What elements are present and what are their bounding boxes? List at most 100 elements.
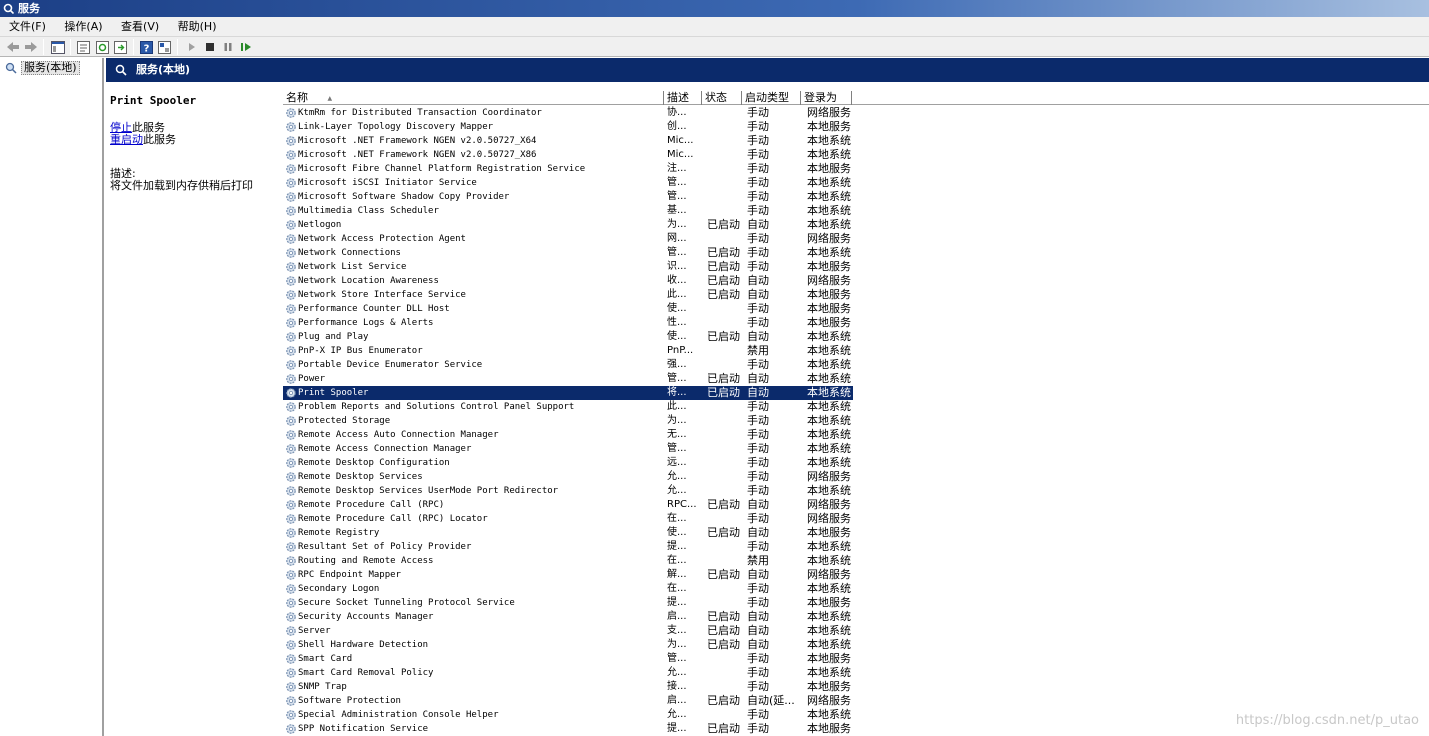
service-description: 为... [667,219,687,230]
table-row[interactable]: Plug and Play 使... 已启动 自动 本地系统 [283,330,853,344]
restart-service-link[interactable]: 重启动 [110,133,143,146]
table-row[interactable]: Remote Procedure Call (RPC) Locator 在... 手… [283,512,853,526]
table-row[interactable]: Network List Service 识... 已启动 手动 本地服务 [283,260,853,274]
service-gear-icon [286,290,296,300]
stop-icon [205,43,214,51]
service-gear-icon [286,430,296,440]
column-header-logon-as[interactable]: 登录为 [801,91,852,105]
service-description: 接... [667,681,687,692]
table-row[interactable]: Secondary Logon 在... 手动 本地系统 [283,582,853,596]
table-row[interactable]: RPC Endpoint Mapper 解... 已启动 自动 网络服务 [283,568,853,582]
stop-service-button[interactable] [202,40,217,54]
service-name: Security Accounts Manager [298,612,434,622]
table-row[interactable]: Microsoft iSCSI Initiator Service 管... 手动 本… [283,176,853,190]
table-row[interactable]: KtmRm for Distributed Transaction Coordi… [283,106,853,120]
menu-help[interactable]: 帮助(H) [169,17,223,37]
table-row[interactable]: Microsoft Software Shadow Copy Provider 管… [283,190,853,204]
window-titlebar[interactable]: 服务 [0,0,1429,17]
table-row[interactable]: PnP-X IP Bus Enumerator PnP... 禁用 本地系统 [283,344,853,358]
service-startup-type: 手动 [747,246,769,259]
service-description: 管... [667,653,687,664]
table-row[interactable]: Remote Desktop Configuration 远... 手动 本地系统 [283,456,853,470]
table-row[interactable]: Software Protection 启... 已启动 自动(延... 网络服务 [283,694,853,708]
table-row[interactable]: Network Location Awareness 收... 已启动 自动 网络服务 [283,274,853,288]
column-header-name[interactable]: 名称 ▲ [283,91,664,105]
table-row[interactable]: Power 管... 已启动 自动 本地系统 [283,372,853,386]
menu-view[interactable]: 查看(V) [112,17,165,37]
table-row[interactable]: Microsoft .NET Framework NGEN v2.0.50727… [283,134,853,148]
table-row[interactable]: Shell Hardware Detection 为... 已启动 自动 本地系统 [283,638,853,652]
service-description: 网... [667,233,687,244]
column-header-startup-type[interactable]: 启动类型 [742,91,801,105]
menu-action[interactable]: 操作(A) [55,17,108,37]
service-name: Microsoft .NET Framework NGEN v2.0.50727… [298,150,537,160]
service-logon-as: 本地系统 [807,708,851,721]
service-name: Routing and Remote Access [298,556,434,566]
service-gear-icon [286,500,296,510]
table-row[interactable]: Performance Logs & Alerts 性... 手动 本地服务 [283,316,853,330]
service-logon-as: 本地系统 [807,624,851,637]
service-startup-type: 禁用 [747,554,769,567]
service-description: 启... [667,611,687,622]
service-logon-as: 本地系统 [807,666,851,679]
service-name: Server [298,626,331,636]
table-row[interactable]: Server 支... 已启动 自动 本地系统 [283,624,853,638]
pause-service-button[interactable] [220,40,235,54]
service-logon-as: 本地系统 [807,190,851,203]
refresh-button[interactable] [95,40,110,54]
column-header-status[interactable]: 状态 [702,91,742,105]
table-row[interactable]: SNMP Trap 接... 手动 本地服务 [283,680,853,694]
table-row[interactable]: Remote Desktop Services UserMode Port Re… [283,484,853,498]
table-row[interactable]: SPP Notification Service 提... 已启动 手动 本地服务 [283,722,853,736]
service-startup-type: 禁用 [747,344,769,357]
table-row[interactable]: Secure Socket Tunneling Protocol Service… [283,596,853,610]
menu-file[interactable]: 文件(F) [0,17,52,37]
table-row[interactable]: Remote Procedure Call (RPC) RPC... 已启动 自动 网络… [283,498,853,512]
service-logon-as: 本地服务 [807,652,851,665]
table-row[interactable]: Remote Desktop Services 允... 手动 网络服务 [283,470,853,484]
table-row[interactable]: Multimedia Class Scheduler 基... 手动 本地系统 [283,204,853,218]
start-service-button[interactable] [184,40,199,54]
table-row[interactable]: Smart Card Removal Policy 允... 手动 本地系统 [283,666,853,680]
table-row[interactable]: Remote Access Connection Manager 管... 手动 本地… [283,442,853,456]
table-row[interactable]: Remote Registry 使... 已启动 自动 本地服务 [283,526,853,540]
table-row[interactable]: Security Accounts Manager 启... 已启动 自动 本地系统 [283,610,853,624]
table-row[interactable]: Routing and Remote Access 在... 禁用 本地系统 [283,554,853,568]
column-header-description[interactable]: 描述 [664,91,702,105]
table-row[interactable]: Remote Access Auto Connection Manager 无..… [283,428,853,442]
service-logon-as: 本地系统 [807,386,851,399]
forward-button[interactable] [23,40,38,54]
tree-item-services-local[interactable]: 服务(本地) [5,61,80,75]
service-name: Plug and Play [298,332,369,342]
service-description: 启... [667,695,687,706]
properties-button[interactable] [76,40,91,54]
back-button[interactable] [5,40,20,54]
table-row[interactable]: Print Spooler 将... 已启动 自动 本地系统 [282,385,854,401]
service-startup-type: 手动 [747,260,769,273]
table-row[interactable]: Microsoft .NET Framework NGEN v2.0.50727… [283,148,853,162]
service-description: 管... [667,247,687,258]
table-row[interactable]: Netlogon 为... 已启动 自动 本地系统 [283,218,853,232]
table-row[interactable]: Microsoft Fibre Channel Platform Registr… [283,162,853,176]
service-name: Netlogon [298,220,342,230]
tree-item-label: 服务(本地) [21,61,80,75]
table-row[interactable]: Performance Counter DLL Host 使... 手动 本地服务 [283,302,853,316]
service-gear-icon [286,136,296,146]
table-row[interactable]: Network Access Protection Agent 网... 手动 网络服… [283,232,853,246]
table-row[interactable]: Problem Reports and Solutions Control Pa… [283,400,853,414]
table-row[interactable]: Network Connections 管... 已启动 手动 本地系统 [283,246,853,260]
table-row[interactable]: Portable Device Enumerator Service 强... 手动… [283,358,853,372]
export-button[interactable] [113,40,128,54]
service-gear-icon [286,556,296,566]
table-row[interactable]: Smart Card 管... 手动 本地服务 [283,652,853,666]
help-button[interactable]: ? [139,40,154,54]
table-row[interactable]: Network Store Interface Service 此... 已启动 自动… [283,288,853,302]
table-row[interactable]: Resultant Set of Policy Provider 提... 手动 本地… [283,540,853,554]
service-gear-icon [286,122,296,132]
restart-service-button[interactable] [238,40,253,54]
view-button[interactable] [157,40,172,54]
table-row[interactable]: Special Administration Console Helper 允..… [283,708,853,722]
table-row[interactable]: Link-Layer Topology Discovery Mapper 创...… [283,120,853,134]
table-row[interactable]: Protected Storage 为... 手动 本地系统 [283,414,853,428]
show-tree-button[interactable] [50,40,65,54]
